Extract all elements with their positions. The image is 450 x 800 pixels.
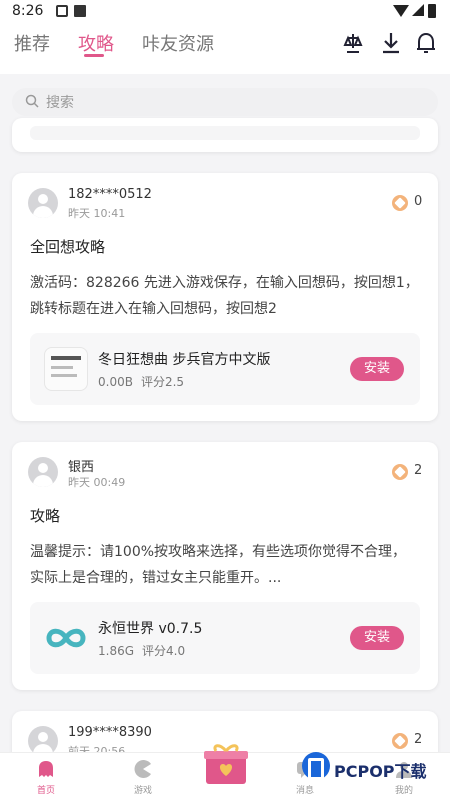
bell-icon[interactable] — [413, 30, 439, 56]
search-placeholder: 搜索 — [46, 95, 74, 111]
status-time: 8:26 — [12, 3, 44, 19]
search-icon — [25, 94, 39, 108]
post-card-previous[interactable] — [12, 118, 438, 152]
scale-icon[interactable] — [340, 30, 366, 56]
game-icon — [44, 347, 88, 391]
post-username[interactable]: 182****0512 — [68, 187, 152, 202]
game-rating: 评分4.0 — [142, 644, 186, 658]
game-box[interactable]: 冬日狂想曲 步兵官方中文版 0.00B 评分2.5 安装 — [30, 333, 420, 405]
post-username[interactable]: 银西 — [68, 456, 94, 475]
watermark-text: PCPOP下载 — [334, 762, 427, 781]
install-button[interactable]: 安装 — [350, 357, 404, 381]
search-input[interactable]: 搜索 — [12, 88, 438, 116]
tab-active-indicator — [84, 54, 104, 57]
infinity-game-icon — [46, 628, 86, 648]
tab-friend-resources[interactable]: 咔友资源 — [142, 30, 214, 56]
game-rating: 评分2.5 — [140, 375, 185, 389]
post-content: 温馨提示：请100%按攻略来选择，有些选项你觉得不合理，实际上是合理的，错过女主… — [30, 544, 407, 586]
notification-icon — [56, 5, 68, 17]
signal-icon — [412, 4, 424, 16]
install-button[interactable]: 安装 — [350, 626, 404, 650]
post-username[interactable]: 199****8390 — [68, 725, 152, 740]
pcpop-watermark: PCPOP下载 — [300, 750, 450, 790]
game-name: 冬日狂想曲 步兵官方中文版 — [98, 352, 271, 368]
post-title: 攻略 — [30, 507, 61, 525]
coin-count: 0 — [414, 194, 423, 209]
coin-icon[interactable] — [392, 733, 408, 749]
battery-icon — [428, 4, 436, 18]
post-time: 昨天 10:41 — [68, 207, 126, 220]
app-notification-icon — [74, 5, 86, 17]
game-size: 1.86G — [98, 644, 135, 658]
post-title: 全回想攻略 — [30, 238, 106, 256]
game-size: 0.00B — [98, 375, 133, 389]
top-nav: 推荐 攻略 咔友资源 — [0, 24, 450, 74]
avatar[interactable] — [28, 188, 58, 218]
avatar[interactable] — [28, 457, 58, 487]
coin-icon[interactable] — [392, 464, 408, 480]
coin-icon[interactable] — [392, 195, 408, 211]
game-box[interactable]: 永恒世界 v0.7.5 1.86G 评分4.0 安装 — [30, 602, 420, 674]
nav-home-label: 首页 — [36, 786, 55, 796]
nav-games[interactable]: 游戏 — [113, 757, 173, 797]
tab-guides[interactable]: 攻略 — [78, 30, 114, 56]
pacman-icon — [134, 760, 151, 778]
wifi-icon — [393, 5, 409, 17]
game-name: 永恒世界 v0.7.5 — [98, 621, 203, 637]
download-icon[interactable] — [378, 30, 404, 56]
post-card[interactable]: 182****0512 昨天 10:41 0 全回想攻略 激活码：828266 … — [12, 173, 438, 421]
nav-home[interactable]: 首页 — [16, 757, 76, 797]
gift-icon[interactable] — [203, 742, 249, 786]
tab-recommend[interactable]: 推荐 — [14, 30, 50, 56]
post-content: 激活码：828266 先进入游戏保存，在输入回想码，按回想1，跳转标题在进入在输… — [30, 275, 419, 317]
coin-count: 2 — [414, 732, 423, 747]
pcpop-logo-icon — [302, 752, 330, 780]
status-bar: 8:26 — [0, 0, 450, 24]
nav-games-label: 游戏 — [133, 786, 152, 796]
post-time: 昨天 00:49 — [68, 476, 126, 489]
coin-count: 2 — [414, 463, 423, 478]
home-ghost-icon — [39, 761, 53, 777]
game-meta: 0.00B 评分2.5 — [98, 373, 192, 390]
game-meta: 1.86G 评分4.0 — [98, 642, 193, 659]
game-box-partial — [30, 126, 420, 140]
post-card[interactable]: 银西 昨天 00:49 2 攻略 温馨提示：请100%按攻略来选择，有些选项你觉… — [12, 442, 438, 690]
